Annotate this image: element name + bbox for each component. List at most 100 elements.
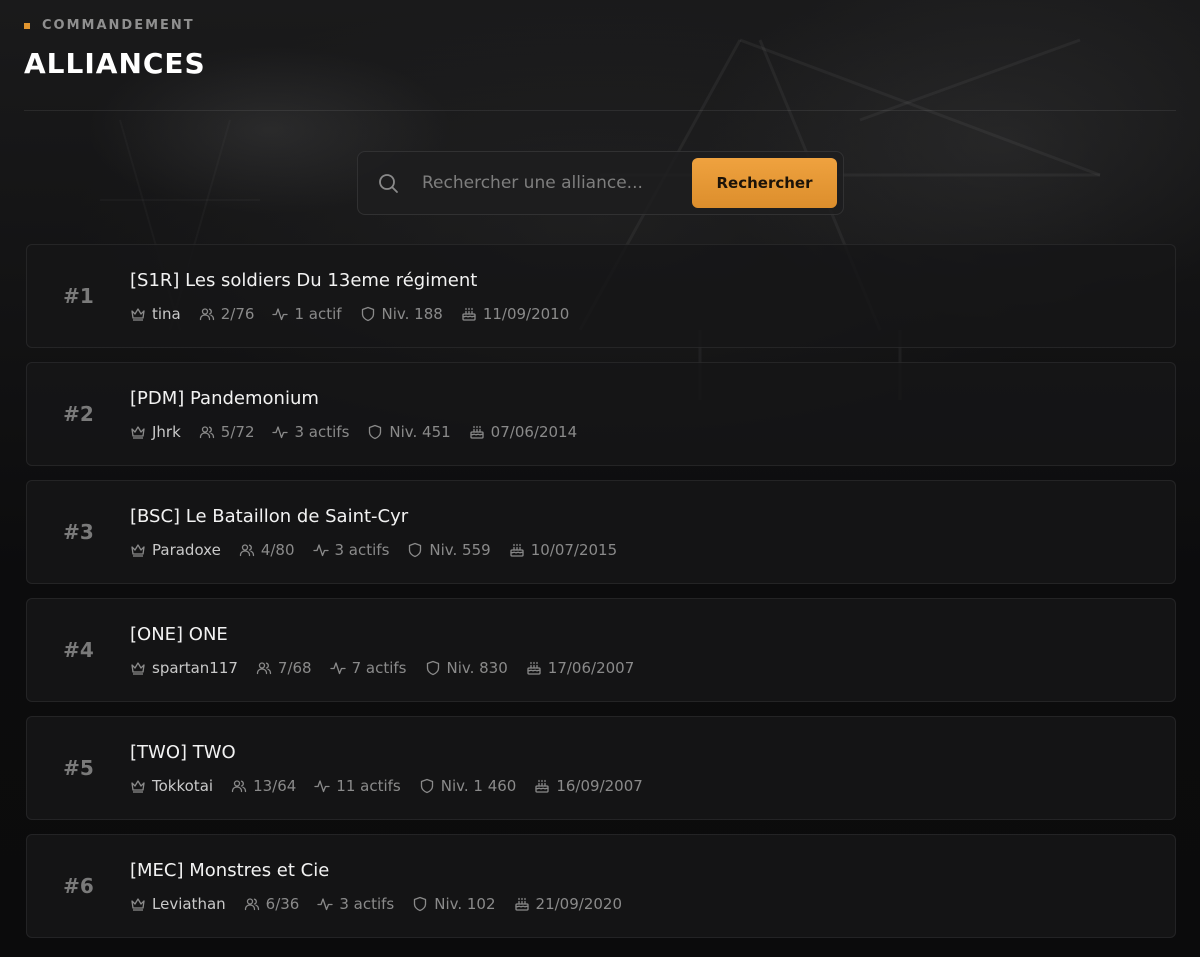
alliance-card[interactable]: #5 [TWO] TWO Tokkotai 13/64 11 actifs Ni…: [26, 716, 1176, 820]
alliance-rank: #3: [63, 520, 94, 544]
alliance-card[interactable]: #1 [S1R] Les soldiers Du 13eme régiment …: [26, 244, 1176, 348]
alliance-founded: 10/07/2015: [509, 541, 617, 559]
level-value: Niv. 451: [389, 422, 451, 441]
alliance-name[interactable]: [ONE] ONE: [130, 624, 634, 645]
alliance-card[interactable]: #4 [ONE] ONE spartan117 7/68 7 actifs Ni…: [26, 598, 1176, 702]
alliance-leader: Tokkotai: [130, 777, 213, 795]
shield-icon: [414, 896, 427, 911]
alliance-name[interactable]: [TWO] TWO: [130, 742, 643, 763]
alliance-name[interactable]: [MEC] Monstres et Cie: [130, 860, 622, 881]
cake-icon: [514, 897, 529, 911]
alliance-card[interactable]: #2 [PDM] Pandemonium Jhrk 5/72 3 actifs: [26, 362, 1176, 466]
activity-icon: [314, 779, 330, 792]
alliance-level: Niv. 830: [425, 659, 508, 677]
leader-name: tina: [152, 304, 181, 323]
cake-icon: [462, 307, 476, 321]
crown-icon: [131, 661, 145, 675]
section-kicker: COMMANDEMENT: [24, 18, 206, 33]
alliance-level: Niv. 451: [367, 422, 451, 441]
members-count: 6/36: [265, 894, 300, 913]
crown-icon: [131, 425, 145, 439]
founded-date: 11/09/2010: [482, 304, 570, 323]
alliance-level: Niv. 1 460: [419, 777, 516, 795]
leader-name: spartan117: [152, 658, 238, 677]
alliance-name[interactable]: [S1R] Les soldiers Du 13eme régiment: [130, 270, 569, 291]
alliance-leader: tina: [130, 305, 181, 323]
active-count: 3 actifs: [294, 422, 350, 441]
alliance-members: 6/36: [244, 894, 300, 913]
cake-icon: [535, 779, 549, 793]
alliance-meta: Tokkotai 13/64 11 actifs Niv. 1 460 16/0…: [130, 777, 643, 795]
alliance-level: Niv. 559: [407, 540, 491, 559]
active-count: 11 actifs: [336, 776, 401, 795]
users-icon: [244, 897, 259, 910]
alliance-name[interactable]: [BSC] Le Bataillon de Saint-Cyr: [130, 506, 617, 527]
alliance-info: [S1R] Les soldiers Du 13eme régiment tin…: [130, 270, 569, 323]
alliance-name[interactable]: [PDM] Pandemonium: [130, 388, 577, 409]
alliance-founded: 16/09/2007: [534, 777, 643, 795]
alliance-card[interactable]: #6 [MEC] Monstres et Cie Leviathan 6/36 …: [26, 834, 1176, 938]
alliance-rank: #2: [63, 402, 94, 426]
search-input[interactable]: [422, 167, 672, 199]
alliance-card[interactable]: #3 [BSC] Le Bataillon de Saint-Cyr Parad…: [26, 480, 1176, 584]
search-button[interactable]: Rechercher: [692, 158, 837, 208]
alliance-active: 3 actifs: [317, 895, 394, 913]
page-title: ALLIANCES: [24, 47, 206, 80]
alliance-members: 7/68: [256, 659, 312, 677]
leader-name: Paradoxe: [152, 540, 221, 559]
members-count: 4/80: [260, 540, 295, 559]
users-icon: [231, 779, 247, 792]
alliance-info: [BSC] Le Bataillon de Saint-Cyr Paradoxe…: [130, 506, 617, 559]
active-count: 7 actifs: [351, 658, 407, 677]
level-value: Niv. 188: [381, 304, 443, 323]
alliance-rank: #1: [63, 284, 94, 308]
page-header: COMMANDEMENT ALLIANCES: [24, 18, 206, 80]
alliance-active: 3 actifs: [272, 423, 349, 441]
crown-icon: [131, 779, 145, 793]
cake-icon: [470, 425, 484, 439]
alliance-members: 5/72: [199, 422, 255, 441]
crown-icon: [131, 543, 145, 557]
search-icon: [379, 174, 398, 193]
founded-date: 21/09/2020: [535, 894, 622, 913]
active-count: 3 actifs: [339, 894, 395, 913]
users-icon: [199, 425, 214, 438]
level-value: Niv. 102: [434, 894, 496, 913]
activity-icon: [329, 661, 346, 674]
leader-name: Tokkotai: [152, 776, 214, 795]
alliance-info: [MEC] Monstres et Cie Leviathan 6/36 3 a…: [130, 860, 622, 913]
users-icon: [239, 543, 254, 556]
alliance-level: Niv. 102: [412, 894, 496, 913]
alliance-rank: #5: [63, 756, 94, 780]
members-count: 2/76: [220, 304, 255, 323]
alliance-active: 1 actif: [272, 304, 342, 323]
activity-icon: [272, 307, 289, 320]
alliance-founded: 21/09/2020: [514, 895, 622, 913]
alliance-founded: 07/06/2014: [469, 423, 577, 441]
alliance-info: [PDM] Pandemonium Jhrk 5/72 3 actifs Niv…: [130, 388, 577, 441]
alliance-meta: spartan117 7/68 7 actifs Niv. 830 17/06/…: [130, 659, 634, 677]
alliance-meta: Paradoxe 4/80 3 actifs Niv. 559 10/07/20…: [130, 541, 617, 559]
cake-icon: [527, 661, 541, 675]
active-count: 1 actif: [294, 304, 342, 323]
founded-date: 10/07/2015: [530, 540, 618, 559]
alliance-leader: Paradoxe: [130, 541, 221, 559]
alliance-members: 2/76: [199, 304, 255, 323]
cake-icon: [510, 543, 524, 557]
alliance-meta: Leviathan 6/36 3 actifs Niv. 102 21/09/2…: [130, 895, 622, 913]
alliance-info: [ONE] ONE spartan117 7/68 7 actifs Niv. …: [130, 624, 634, 677]
crown-icon: [131, 307, 145, 321]
shield-icon: [420, 778, 433, 793]
leader-name: Jhrk: [152, 422, 181, 441]
alliance-level: Niv. 188: [360, 305, 443, 323]
header-divider: [24, 110, 1176, 111]
alliance-rank: #6: [63, 874, 94, 898]
alliance-leader: Jhrk: [130, 423, 181, 441]
activity-icon: [272, 425, 289, 438]
activity-icon: [312, 543, 329, 556]
level-value: Niv. 559: [429, 540, 491, 559]
alliance-meta: tina 2/76 1 actif Niv. 188 11/09/2010: [130, 305, 569, 323]
shield-icon: [426, 660, 439, 675]
members-count: 5/72: [220, 422, 255, 441]
alliance-list: #1 [S1R] Les soldiers Du 13eme régiment …: [26, 244, 1176, 952]
